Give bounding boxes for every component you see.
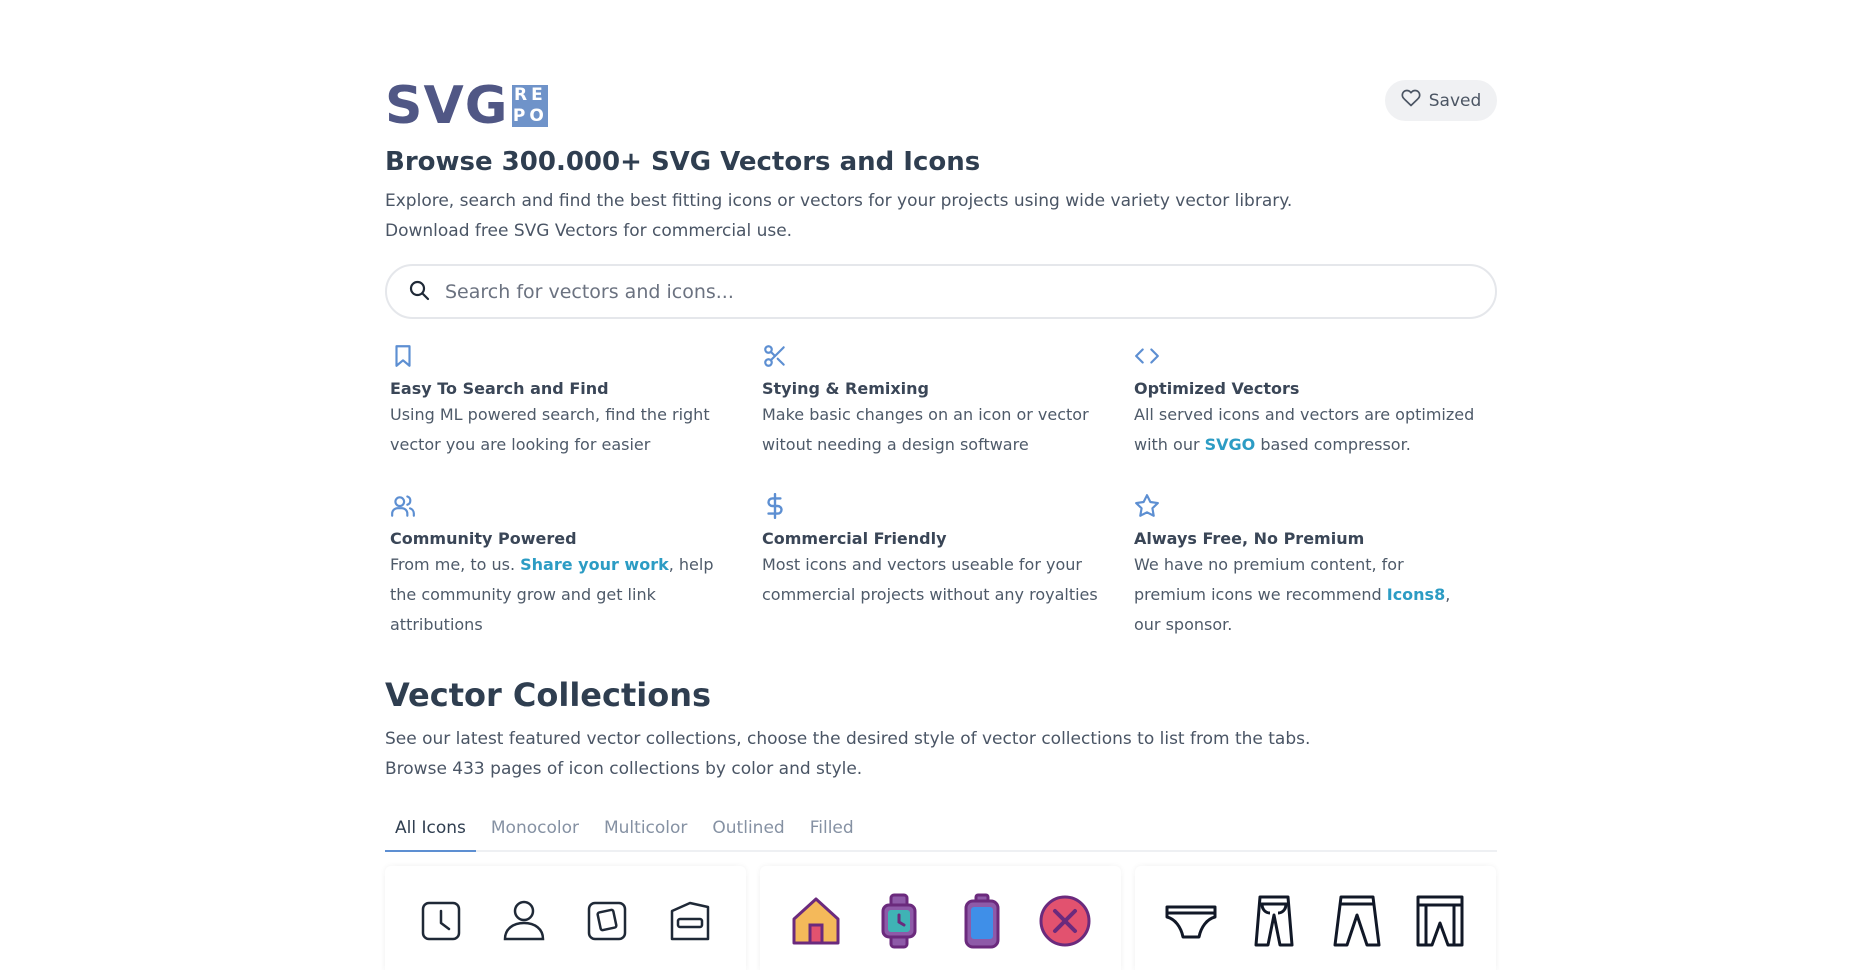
feature-text-part: based compressor.	[1255, 435, 1411, 454]
tab-all-icons[interactable]: All Icons	[385, 810, 476, 852]
collection-card[interactable]	[1135, 866, 1496, 970]
intro-text: Explore, search and find the best fittin…	[385, 186, 1497, 246]
collections-line: Browse 433 pages of icon collections by …	[385, 759, 863, 779]
pants-icon	[1325, 889, 1389, 953]
page-title: Browse 300.000+ SVG Vectors and Icons	[385, 147, 981, 177]
feature-item: Optimized Vectors All served icons and v…	[1134, 343, 1497, 463]
logo-text: SVG	[385, 76, 509, 136]
code-icon	[1134, 343, 1160, 369]
features-grid: Easy To Search and Find Using ML powered…	[390, 343, 1497, 634]
feature-item: Easy To Search and Find Using ML powered…	[390, 343, 762, 463]
phone-icon	[950, 889, 1014, 953]
feature-title: Easy To Search and Find	[390, 379, 609, 398]
feature-item: Stying & Remixing Make basic changes on …	[762, 343, 1134, 463]
feature-title: Optimized Vectors	[1134, 379, 1300, 398]
icons8-link[interactable]: Icons8	[1387, 585, 1445, 604]
underwear-icon	[1159, 889, 1223, 953]
feature-text: From me, to us. Share your work, help th…	[390, 550, 735, 640]
logo-badge: RE PO	[512, 85, 549, 127]
saved-label: Saved	[1428, 90, 1482, 111]
intro-line: Explore, search and find the best fittin…	[385, 191, 1293, 211]
logo-badge-po: PO	[512, 106, 548, 126]
users-icon	[390, 493, 416, 519]
heart-icon	[1401, 88, 1421, 113]
collection-tabs: All Icons Monocolor Multicolor Outlined …	[385, 810, 1497, 852]
collection-cards	[385, 866, 1497, 970]
feature-title: Commercial Friendly	[762, 529, 947, 548]
scissors-icon	[762, 343, 788, 369]
tab-monocolor[interactable]: Monocolor	[481, 810, 589, 852]
collection-card[interactable]	[385, 866, 746, 970]
feature-item: Always Free, No Premium We have no premi…	[1134, 493, 1497, 634]
home-icon	[784, 889, 848, 953]
tab-filled[interactable]: Filled	[800, 810, 864, 852]
search-bar[interactable]	[385, 264, 1497, 319]
collection-card[interactable]	[760, 866, 1121, 970]
saved-button[interactable]: Saved	[1385, 80, 1497, 121]
share-your-work-link[interactable]: Share your work	[520, 555, 669, 574]
search-icon	[407, 278, 431, 306]
feature-text: We have no premium content, for premium …	[1134, 550, 1479, 640]
close-circle-icon	[1033, 889, 1097, 953]
collections-line: See our latest featured vector collectio…	[385, 729, 1311, 749]
feature-text: Using ML powered search, find the right …	[390, 405, 710, 454]
clock-square-icon	[409, 889, 473, 953]
dollar-icon	[762, 492, 788, 520]
feature-text-part: We have no premium content, for premium …	[1134, 555, 1404, 604]
search-input[interactable]	[445, 280, 1445, 303]
bookmark-icon	[390, 343, 416, 369]
user-icon	[492, 889, 556, 953]
tab-outlined[interactable]: Outlined	[702, 810, 794, 852]
rotate-square-icon	[575, 889, 639, 953]
feature-title: Always Free, No Premium	[1134, 529, 1365, 548]
star-icon	[1134, 493, 1160, 519]
collections-title: Vector Collections	[385, 676, 712, 714]
logo-badge-re: RE	[514, 85, 547, 105]
trousers-icon	[1242, 889, 1306, 953]
feature-text: All served icons and vectors are optimiz…	[1134, 400, 1479, 460]
tab-multicolor[interactable]: Multicolor	[594, 810, 697, 852]
feature-title: Stying & Remixing	[762, 379, 929, 398]
logo[interactable]: SVG RE PO	[385, 76, 549, 136]
feature-text-part: From me, to us.	[390, 555, 521, 574]
intro-line: Download free SVG Vectors for commercial…	[385, 221, 793, 241]
feature-item: Community Powered From me, to us. Share …	[390, 493, 762, 634]
smartwatch-icon	[867, 889, 931, 953]
feature-text: Make basic changes on an icon or vector …	[762, 405, 1089, 454]
feature-item: Commercial Friendly Most icons and vecto…	[762, 492, 1134, 613]
shorts-icon	[1408, 889, 1472, 953]
feature-title: Community Powered	[390, 529, 577, 548]
collections-description: See our latest featured vector collectio…	[385, 724, 1310, 784]
folder-minus-icon	[658, 889, 722, 953]
feature-text: Most icons and vectors useable for your …	[762, 555, 1098, 604]
svgo-link[interactable]: SVGO	[1205, 435, 1256, 454]
